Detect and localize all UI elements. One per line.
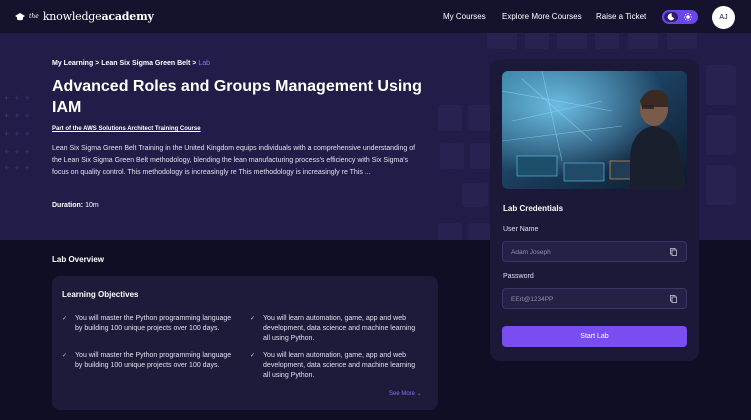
lab-hero-image: [502, 71, 687, 189]
plus-decoration: + + +: [4, 163, 30, 173]
logo-word-knowledge: knowledge: [42, 10, 102, 23]
breadcrumb-my-learning[interactable]: My Learning: [52, 60, 93, 67]
objective-text: You will master the Python programming l…: [75, 315, 232, 332]
objective-text: You will learn automation, game, app and…: [263, 315, 416, 342]
moon-icon: [667, 13, 675, 21]
theme-toggle[interactable]: [662, 10, 698, 24]
nav-explore-more-courses[interactable]: Explore More Courses: [502, 12, 582, 21]
duration-value: 10m: [85, 202, 99, 209]
breadcrumb-course[interactable]: Lean Six Sigma Green Belt: [101, 60, 190, 67]
see-more-label: See More: [389, 391, 416, 397]
chevron-down-icon: ⌄: [416, 391, 422, 397]
decorative-tile: [667, 33, 697, 49]
decorative-tile: [470, 143, 492, 169]
logo-word-academy: academy: [101, 10, 154, 23]
username-label: User Name: [503, 226, 539, 233]
decorative-tile: [525, 33, 549, 49]
breadcrumb-current: Lab: [198, 60, 211, 67]
decorative-tile: [595, 33, 619, 49]
breadcrumb: My Learning > Lean Six Sigma Green Belt …: [52, 60, 210, 67]
check-icon: ✓: [62, 316, 68, 322]
sun-icon: [684, 13, 692, 21]
brand-logo[interactable]: the knowledge academy: [15, 10, 154, 23]
decorative-tile: [468, 105, 492, 131]
check-icon: ✓: [62, 353, 68, 359]
decorative-tile: [706, 165, 736, 205]
top-navigation: the knowledge academy My Courses Explore M…: [0, 0, 751, 33]
learning-objectives-heading: Learning Objectives: [62, 290, 139, 299]
objective-item: ✓ You will master the Python programming…: [62, 351, 232, 371]
objective-text: You will master the Python programming l…: [75, 352, 232, 369]
learning-objectives-card: Learning Objectives ✓ You will master th…: [52, 276, 438, 410]
decorative-tile: [468, 223, 490, 240]
password-label: Password: [503, 273, 534, 280]
graduation-cap-icon: [15, 12, 25, 20]
copy-icon[interactable]: [670, 248, 677, 256]
course-link[interactable]: Part of the AWS Solutions Architect Trai…: [52, 126, 201, 132]
objective-item: ✓ You will master the Python programming…: [62, 314, 232, 334]
page-title: Advanced Roles and Groups Management Usi…: [52, 78, 422, 116]
check-icon: ✓: [250, 353, 256, 359]
copy-icon[interactable]: [670, 295, 677, 303]
lab-credentials-heading: Lab Credentials: [503, 204, 564, 213]
username-field: [502, 241, 687, 262]
plus-decoration: + + +: [4, 93, 30, 103]
decorative-tile: [440, 143, 464, 169]
check-icon: ✓: [250, 316, 256, 322]
nav-raise-ticket[interactable]: Raise a Ticket: [596, 12, 646, 21]
decorative-tile: [462, 183, 488, 207]
lab-credentials-card: Lab Credentials User Name Password Start…: [490, 59, 699, 361]
password-field: [502, 288, 687, 309]
decorative-tile: [706, 115, 736, 155]
plus-decoration: + + +: [4, 111, 30, 121]
breadcrumb-separator: >: [95, 60, 100, 67]
logo-prefix: the: [29, 13, 39, 20]
plus-decoration: + + +: [4, 129, 30, 139]
duration: Duration: 10m: [52, 202, 99, 209]
decorative-tile: [628, 33, 658, 49]
lab-description: Lean Six Sigma Green Belt Training in th…: [52, 145, 416, 176]
username-input[interactable]: [511, 247, 661, 257]
decorative-tile: [438, 105, 462, 131]
plus-decoration: + + +: [4, 147, 30, 157]
lab-overview-heading: Lab Overview: [52, 255, 105, 264]
duration-label: Duration:: [52, 202, 84, 209]
objective-item: ✓ You will learn automation, game, app a…: [250, 314, 420, 344]
objective-text: You will learn automation, game, app and…: [263, 352, 416, 379]
decorative-tile: [487, 33, 517, 49]
decorative-tile: [438, 223, 462, 240]
decorative-tile: [706, 65, 736, 105]
breadcrumb-separator: >: [192, 60, 197, 67]
objective-item: ✓ You will learn automation, game, app a…: [250, 351, 420, 381]
decorative-tile: [557, 33, 587, 49]
see-more-link[interactable]: See More ⌄: [389, 390, 422, 397]
user-avatar[interactable]: AJ: [712, 6, 735, 29]
person-at-computer-illustration: [502, 71, 687, 189]
start-lab-button[interactable]: Start Lab: [502, 326, 687, 347]
password-input[interactable]: [511, 294, 661, 304]
nav-my-courses[interactable]: My Courses: [443, 12, 486, 21]
